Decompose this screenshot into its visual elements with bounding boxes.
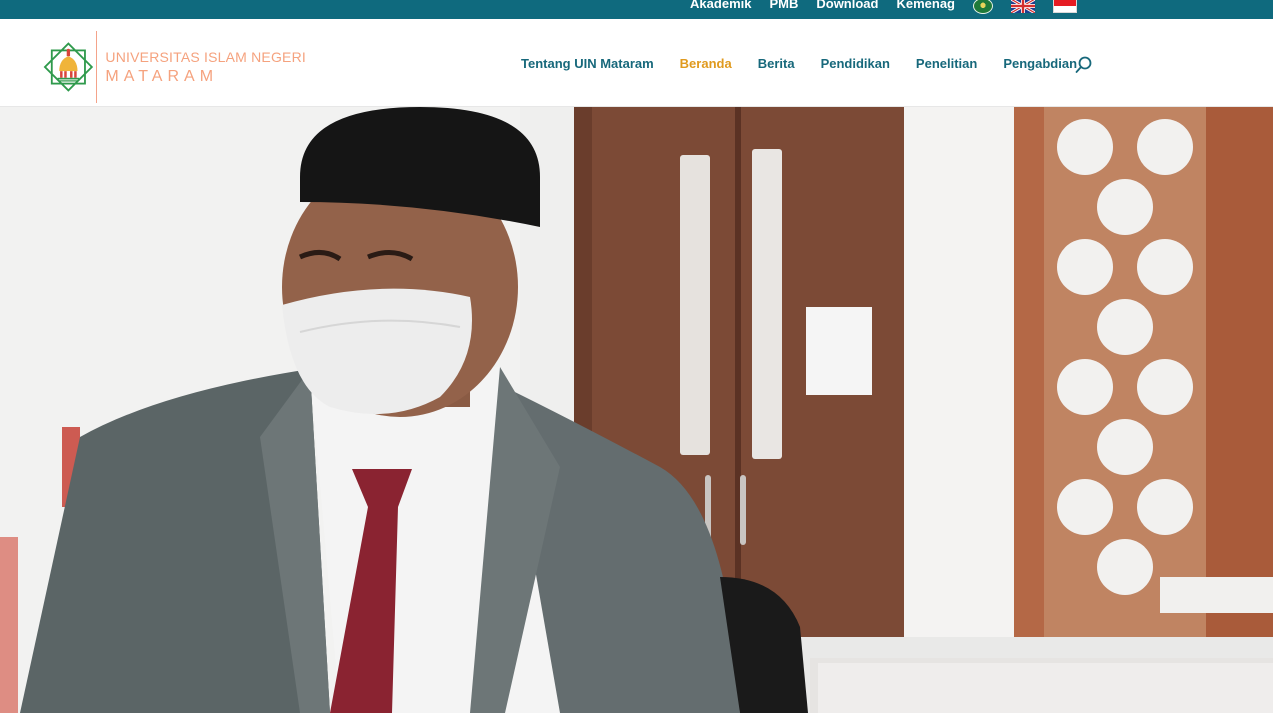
top-link-kemenag[interactable]: Kemenag	[896, 0, 955, 10]
nav-item-pengabdian[interactable]: Pengabdian	[1003, 56, 1077, 71]
nav-item-berita[interactable]: Berita	[758, 56, 795, 71]
hero-banner	[0, 107, 1273, 713]
main-navigation: Tentang UIN Mataram Beranda Berita Pendi…	[521, 55, 1103, 71]
nav-item-pendidikan[interactable]: Pendidikan	[821, 56, 890, 71]
top-links: Akademik PMB Download Kemenag	[690, 0, 1077, 14]
nav-item-beranda[interactable]: Beranda	[680, 56, 732, 71]
hero-photo	[0, 107, 1273, 713]
top-link-pmb[interactable]: PMB	[769, 0, 798, 10]
site-header: UNIVERSITAS ISLAM NEGERI MATARAM Tentang…	[0, 19, 1273, 107]
kemenag-logo-icon[interactable]	[973, 0, 993, 14]
search-icon[interactable]	[1074, 55, 1094, 75]
top-link-download[interactable]: Download	[816, 0, 878, 10]
top-utility-bar: Akademik PMB Download Kemenag	[0, 0, 1273, 19]
uk-flag-svg	[1011, 0, 1035, 13]
nav-item-tentang[interactable]: Tentang UIN Mataram	[521, 56, 654, 71]
logo-divider	[95, 31, 98, 103]
logo-text: UNIVERSITAS ISLAM NEGERI MATARAM	[105, 49, 306, 86]
nav-item-penelitian[interactable]: Penelitian	[916, 56, 977, 71]
logo-city-name: MATARAM	[105, 67, 219, 85]
uk-flag-icon[interactable]	[1011, 0, 1035, 13]
indonesia-flag-icon[interactable]	[1053, 0, 1077, 13]
logo-university-name: UNIVERSITAS ISLAM NEGERI	[105, 48, 306, 65]
top-link-akademik[interactable]: Akademik	[690, 0, 751, 10]
site-logo[interactable]: UNIVERSITAS ISLAM NEGERI MATARAM	[41, 29, 306, 105]
uin-mataram-emblem-icon	[43, 42, 94, 92]
